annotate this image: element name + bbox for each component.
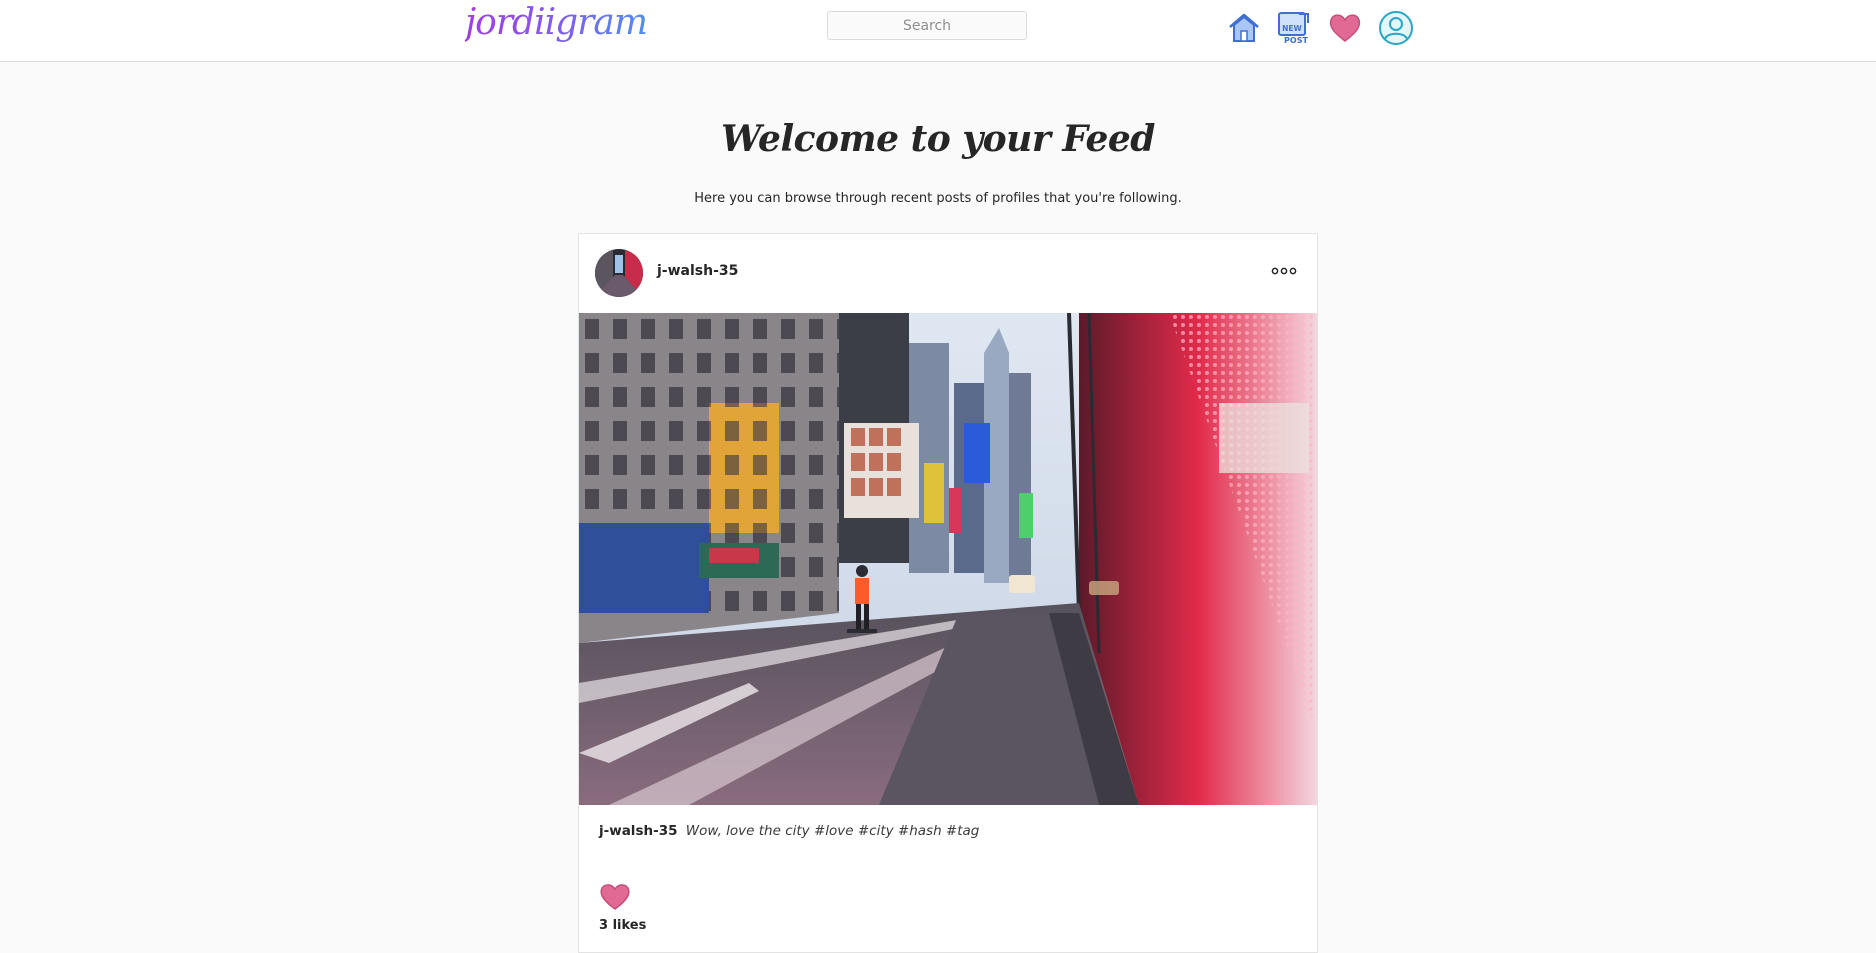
more-options-icon[interactable] [1271, 264, 1297, 278]
feed-subtitle: Here you can browse through recent posts… [694, 191, 1182, 206]
search-input[interactable] [827, 11, 1027, 40]
city-street-photo [579, 313, 1317, 805]
app-logo[interactable]: jordiigram [465, 2, 648, 43]
caption-username[interactable]: j-walsh-35 [599, 823, 677, 839]
post-author-username[interactable]: j-walsh-35 [657, 263, 738, 279]
new-post-icon[interactable]: NEW POST [1276, 10, 1312, 46]
like-heart-icon[interactable] [598, 880, 632, 912]
top-navigation-bar: jordiigram NEW POST [0, 0, 1876, 62]
heart-icon[interactable] [1327, 10, 1363, 46]
post-caption: j-walsh-35 Wow, love the city #love #cit… [599, 823, 979, 839]
new-post-icon-text-bottom: POST [1284, 36, 1308, 45]
feed-title: Welcome to your Feed [721, 118, 1155, 160]
post-author-avatar[interactable] [595, 249, 643, 297]
profile-icon[interactable] [1378, 10, 1414, 46]
avatar-image [595, 249, 643, 297]
new-post-icon-text-top: NEW [1282, 24, 1302, 33]
feed-post-card: j-walsh-35 j-walsh-35 Wow, love the city… [578, 233, 1318, 953]
post-photo[interactable] [579, 313, 1317, 805]
caption-text: Wow, love the city #love #city #hash #ta… [685, 823, 980, 839]
home-icon[interactable] [1226, 10, 1262, 46]
